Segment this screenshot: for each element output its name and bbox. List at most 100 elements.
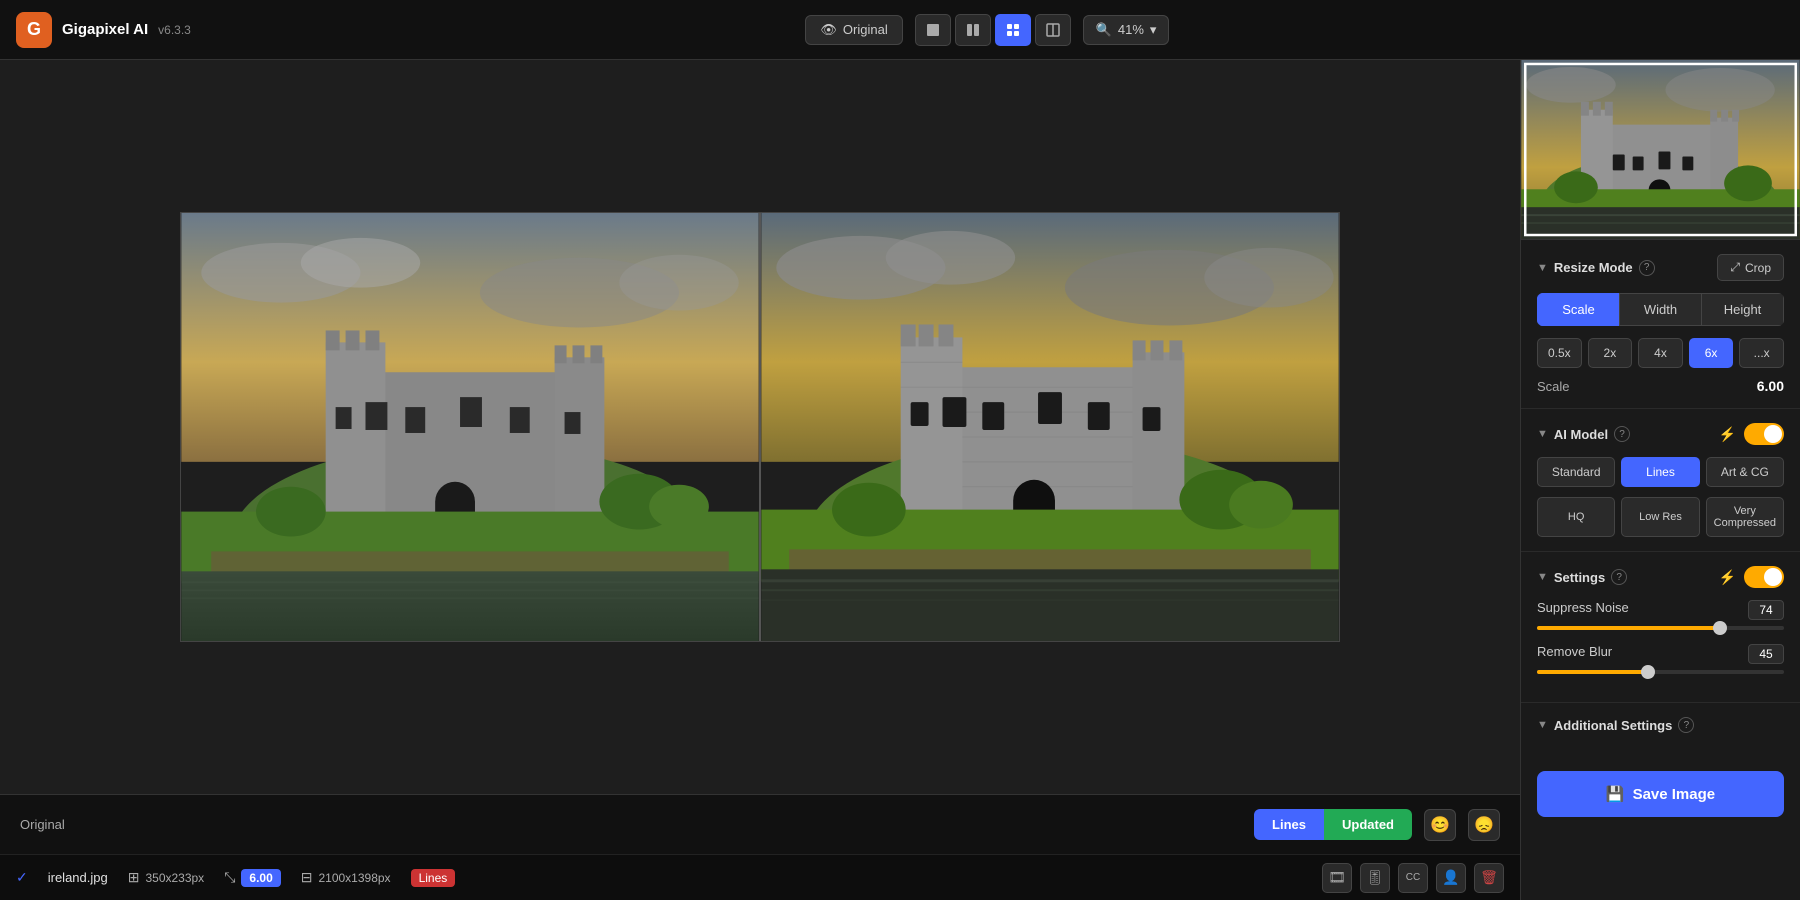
original-image-panel <box>181 213 761 641</box>
settings-chevron-icon: ▼ <box>1537 571 1548 583</box>
image-comparison <box>0 60 1520 794</box>
settings-toggle-thumb <box>1764 568 1782 586</box>
view-compare-btn[interactable] <box>1035 14 1071 46</box>
toggle-thumb <box>1764 425 1782 443</box>
app-logo-icon: G <box>16 12 52 48</box>
remove-blur-thumb[interactable] <box>1641 665 1655 679</box>
additional-settings-title-group: ▼ Additional Settings ? <box>1537 717 1694 733</box>
view-toggle-group <box>915 14 1071 46</box>
thumbnail-area <box>1521 60 1800 240</box>
resize-help-button[interactable]: ? <box>1639 260 1655 276</box>
model-type-buttons: Standard Lines Art & CG <box>1537 457 1784 487</box>
original-button[interactable]: 👁 Original <box>805 15 902 45</box>
scale-icon: ⤡ <box>224 869 235 886</box>
right-sidebar: ▼ Resize Mode ? ⤢ Crop Scale Width Heigh… <box>1520 60 1800 900</box>
lines-label: Lines <box>1254 809 1324 840</box>
delete-button[interactable]: 🗑 <box>1474 863 1504 893</box>
scale-custom-button[interactable]: ...x <box>1739 338 1784 368</box>
settings-toggle-track[interactable] <box>1744 566 1784 588</box>
standard-model-button[interactable]: Standard <box>1537 457 1615 487</box>
original-dimensions: ⊞ 350x233px <box>128 869 204 886</box>
zoom-button[interactable]: 🔍 41% ▾ <box>1083 15 1170 45</box>
additional-settings-help-button[interactable]: ? <box>1678 717 1694 733</box>
art-cg-model-button[interactable]: Art & CG <box>1706 457 1784 487</box>
ai-model-toggle-track[interactable] <box>1744 423 1784 445</box>
suppress-noise-label: Suppress Noise <box>1537 600 1629 620</box>
suppress-noise-slider[interactable] <box>1537 626 1784 630</box>
original-label: Original <box>20 817 1254 832</box>
dimensions-icon: ⊞ <box>128 869 140 886</box>
lightning-icon: ⚡ <box>1719 426 1736 443</box>
scale-badge: 6.00 <box>241 869 280 887</box>
app-name: Gigapixel AI <box>62 21 148 38</box>
suppress-noise-row: Suppress Noise 74 <box>1537 600 1784 630</box>
settings-lightning-icon: ⚡ <box>1719 569 1736 586</box>
settings-title-group: ▼ Settings ? <box>1537 569 1627 585</box>
ai-model-toggle[interactable]: ⚡ <box>1719 423 1784 445</box>
scale-value-row: Scale 6.00 <box>1537 378 1784 394</box>
scale-4x-button[interactable]: 4x <box>1638 338 1683 368</box>
width-mode-button[interactable]: Width <box>1619 293 1701 326</box>
height-mode-button[interactable]: Height <box>1701 293 1784 326</box>
view-grid-btn[interactable] <box>995 14 1031 46</box>
person-button[interactable]: 👤 <box>1436 863 1466 893</box>
scale-mode-button[interactable]: Scale <box>1537 293 1619 326</box>
chevron-down-icon: ▾ <box>1150 22 1157 38</box>
suppress-noise-value: 74 <box>1748 600 1784 620</box>
settings-title: Settings <box>1554 570 1605 585</box>
header-controls: 👁 Original 🔍 41% ▾ <box>191 14 1784 46</box>
thumbs-down-button[interactable]: 😞 <box>1468 809 1500 841</box>
remove-blur-value: 45 <box>1748 644 1784 664</box>
scale-value: 6.00 <box>1757 378 1784 394</box>
scale-label: Scale <box>1537 379 1570 394</box>
resize-chevron-icon: ▼ <box>1537 262 1548 274</box>
file-bar: ✓ ireland.jpg ⊞ 350x233px ⤡ 6.00 ⊟ 2100x… <box>0 854 1520 900</box>
suppress-noise-fill <box>1537 626 1720 630</box>
model-badge: Lines <box>411 869 456 887</box>
audio-button[interactable]: 🎚 <box>1360 863 1390 893</box>
resize-mode-section: ▼ Resize Mode ? ⤢ Crop Scale Width Heigh… <box>1521 240 1800 409</box>
suppress-noise-label-row: Suppress Noise 74 <box>1537 600 1784 620</box>
quick-scale-buttons: 0.5x 2x 4x 6x ...x <box>1537 338 1784 368</box>
film-strip-button[interactable]: 🎞 <box>1322 863 1352 893</box>
output-icon: ⊟ <box>301 869 313 886</box>
hq-quality-button[interactable]: HQ <box>1537 497 1615 537</box>
scale-6x-button[interactable]: 6x <box>1689 338 1734 368</box>
app-header: G Gigapixel AI v6.3.3 👁 Original 🔍 41% <box>0 0 1800 60</box>
logo-area: G Gigapixel AI v6.3.3 <box>16 12 191 48</box>
thumbs-up-button[interactable]: 😊 <box>1424 809 1456 841</box>
resize-title-group: ▼ Resize Mode ? <box>1537 260 1655 276</box>
resize-mode-header: ▼ Resize Mode ? ⤢ Crop <box>1537 254 1784 281</box>
ai-model-section: ▼ AI Model ? ⚡ Standard Lines Art & CG <box>1521 409 1800 552</box>
main-layout: Original Lines Updated 😊 😞 ✓ ireland.jpg… <box>0 60 1800 900</box>
settings-help-button[interactable]: ? <box>1611 569 1627 585</box>
crop-button[interactable]: ⤢ Crop <box>1717 254 1784 281</box>
cc-button[interactable]: CC <box>1398 863 1428 893</box>
suppress-noise-thumb[interactable] <box>1713 621 1727 635</box>
additional-settings-title: Additional Settings <box>1554 718 1672 733</box>
lines-updated-button[interactable]: Lines Updated <box>1254 809 1412 840</box>
resize-mode-title: Resize Mode <box>1554 260 1633 275</box>
scale-0-5x-button[interactable]: 0.5x <box>1537 338 1582 368</box>
scale-2x-button[interactable]: 2x <box>1588 338 1633 368</box>
lines-model-button[interactable]: Lines <box>1621 457 1699 487</box>
save-image-button[interactable]: 💾 Save Image <box>1537 771 1784 817</box>
remove-blur-fill <box>1537 670 1648 674</box>
very-compressed-quality-button[interactable]: Very Compressed <box>1706 497 1784 537</box>
bottom-center-controls: Lines Updated 😊 😞 <box>1254 809 1500 841</box>
crop-icon: ⤢ <box>1730 260 1740 275</box>
settings-toggle[interactable]: ⚡ <box>1719 566 1784 588</box>
bottom-bar: Original Lines Updated 😊 😞 <box>0 794 1520 854</box>
scale-badge-group: ⤡ 6.00 <box>224 869 281 887</box>
view-split-v-btn[interactable] <box>955 14 991 46</box>
additional-settings-section: ▼ Additional Settings ? <box>1521 703 1800 759</box>
scale-mode-group: Scale Width Height <box>1537 293 1784 326</box>
low-res-quality-button[interactable]: Low Res <box>1621 497 1699 537</box>
ai-model-title-group: ▼ AI Model ? <box>1537 426 1630 442</box>
remove-blur-slider[interactable] <box>1537 670 1784 674</box>
view-single-btn[interactable] <box>915 14 951 46</box>
settings-header: ▼ Settings ? ⚡ <box>1537 566 1784 588</box>
ai-model-help-button[interactable]: ? <box>1614 426 1630 442</box>
remove-blur-label: Remove Blur <box>1537 644 1612 664</box>
remove-blur-label-row: Remove Blur 45 <box>1537 644 1784 664</box>
